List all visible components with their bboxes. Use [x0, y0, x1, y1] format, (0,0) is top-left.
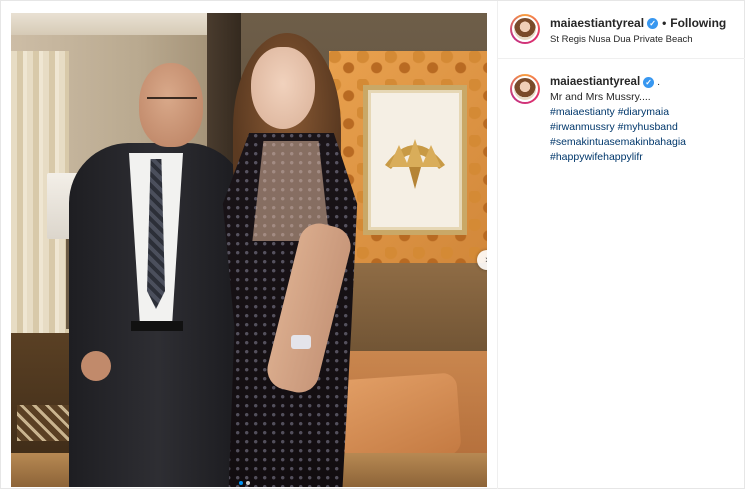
photo-man-glasses: [147, 97, 197, 109]
hashtag-link[interactable]: #maiaestianty #diarymaia: [550, 105, 740, 120]
photo-crown-ornament: [385, 139, 445, 189]
photo-man-belt: [131, 321, 183, 331]
caption-trailing-text: .: [657, 76, 661, 88]
carousel-dot-active: [239, 481, 243, 485]
photo-woman-face: [251, 47, 315, 129]
hashtag-link[interactable]: #semakintuasemakinbahagia: [550, 135, 740, 150]
carousel-dot: [246, 481, 250, 485]
hashtag-link[interactable]: #irwanmussry #myhusband: [550, 120, 740, 135]
caption-text: Mr and Mrs Mussry....: [550, 91, 651, 103]
post-photo[interactable]: ›: [11, 13, 487, 487]
caption-avatar[interactable]: [510, 74, 540, 104]
avatar-image: [512, 76, 538, 102]
hashtag-link[interactable]: #happywifehappylifr: [550, 150, 740, 165]
caption-username-link[interactable]: maiaestiantyreal: [550, 75, 640, 90]
username-link[interactable]: maiaestiantyreal: [550, 16, 644, 30]
following-button[interactable]: Following: [670, 16, 726, 30]
caption-header: maiaestiantyreal ✓ .: [550, 75, 740, 90]
carousel-indicator: [239, 481, 259, 487]
follow-separator: •: [662, 16, 667, 30]
caption-body: maiaestiantyreal ✓ . Mr and Mrs Mussry..…: [550, 75, 740, 165]
avatar-image: [512, 16, 538, 42]
instagram-post: › maiaestiantyreal ✓ • Following St Regi…: [0, 0, 745, 489]
photo-watch: [291, 335, 311, 349]
verified-badge-icon: ✓: [647, 17, 659, 29]
post-header: maiaestiantyreal ✓ • Following St Regis …: [498, 1, 745, 59]
post-caption: maiaestiantyreal ✓ . Mr and Mrs Mussry..…: [498, 67, 745, 207]
header-user-row: maiaestiantyreal ✓ • Following: [550, 16, 726, 30]
location-link[interactable]: St Regis Nusa Dua Private Beach: [550, 34, 693, 45]
chevron-right-icon: ›: [485, 254, 487, 266]
photo-man-hand: [81, 351, 111, 381]
avatar[interactable]: [510, 14, 540, 44]
verified-badge-icon: ✓: [643, 77, 655, 88]
